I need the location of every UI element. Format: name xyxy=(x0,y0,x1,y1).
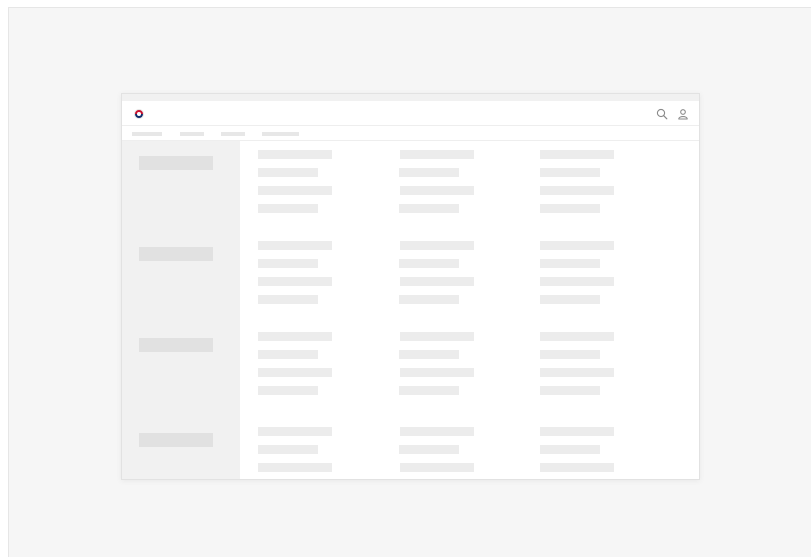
skeleton-line xyxy=(540,463,614,472)
skeleton-line xyxy=(540,350,600,359)
skeleton-line xyxy=(540,168,600,177)
skeleton-line xyxy=(540,277,614,286)
skeleton-line xyxy=(399,445,459,454)
skeleton-line xyxy=(540,259,600,268)
skeleton-line xyxy=(540,295,600,304)
user-icon[interactable] xyxy=(677,108,689,120)
skeleton-line xyxy=(258,186,332,195)
skeleton-line xyxy=(258,277,332,286)
skeleton-line xyxy=(399,259,459,268)
skeleton-line xyxy=(540,241,614,250)
skeleton-line xyxy=(258,168,318,177)
skeleton-line xyxy=(540,445,600,454)
nav-item-placeholder[interactable] xyxy=(262,132,299,136)
skeleton-line xyxy=(540,204,600,213)
skeleton-line xyxy=(258,386,318,395)
skeleton-line xyxy=(258,241,332,250)
skeleton-line xyxy=(540,386,600,395)
skeleton-line xyxy=(258,368,332,377)
sidebar xyxy=(122,141,240,479)
skeleton-line xyxy=(258,150,332,159)
sidebar-item-placeholder[interactable] xyxy=(139,433,213,447)
skeleton-line xyxy=(400,368,474,377)
skeleton-line xyxy=(399,350,459,359)
skeleton-line xyxy=(258,350,318,359)
skeleton-line xyxy=(258,427,332,436)
skeleton-line xyxy=(258,295,318,304)
skeleton-line xyxy=(258,259,318,268)
skeleton-line xyxy=(400,241,474,250)
skeleton-line xyxy=(399,386,459,395)
nav-item-placeholder[interactable] xyxy=(221,132,245,136)
skeleton-line xyxy=(540,150,614,159)
sidebar-item-placeholder[interactable] xyxy=(139,156,213,170)
skeleton-line xyxy=(400,332,474,341)
window-top-strip xyxy=(122,94,699,101)
header-bar xyxy=(122,101,699,126)
nav-item-placeholder[interactable] xyxy=(132,132,162,136)
skeleton-line xyxy=(258,204,318,213)
taegeuk-logo-icon[interactable] xyxy=(134,109,144,119)
content-skeleton xyxy=(240,141,699,479)
skeleton-line xyxy=(399,204,459,213)
nav-bar xyxy=(122,126,699,141)
skeleton-line xyxy=(400,427,474,436)
app-window xyxy=(121,93,700,480)
skeleton-line xyxy=(400,277,474,286)
search-icon[interactable] xyxy=(656,108,668,120)
skeleton-line xyxy=(540,427,614,436)
skeleton-line xyxy=(540,332,614,341)
skeleton-line xyxy=(258,332,332,341)
skeleton-line xyxy=(400,186,474,195)
sidebar-item-placeholder[interactable] xyxy=(139,247,213,261)
skeleton-line xyxy=(540,368,614,377)
skeleton-line xyxy=(258,463,332,472)
skeleton-line xyxy=(399,168,459,177)
skeleton-line xyxy=(400,150,474,159)
sidebar-item-placeholder[interactable] xyxy=(139,338,213,352)
skeleton-line xyxy=(400,463,474,472)
nav-item-placeholder[interactable] xyxy=(180,132,204,136)
skeleton-line xyxy=(258,445,318,454)
skeleton-line xyxy=(540,186,614,195)
skeleton-line xyxy=(399,295,459,304)
